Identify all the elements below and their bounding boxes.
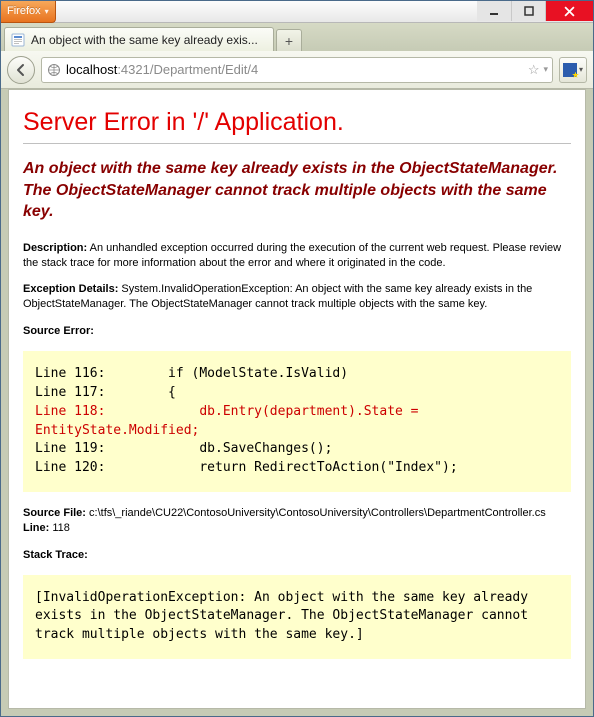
exception-details-label: Exception Details: xyxy=(23,283,118,295)
firefox-menu-button[interactable]: Firefox ▾ xyxy=(1,1,56,23)
line-label: Line: xyxy=(23,522,49,534)
globe-icon xyxy=(46,62,62,78)
chevron-down-icon: ▾ xyxy=(579,65,583,74)
bookmarks-menu-button[interactable]: ▾ xyxy=(559,57,587,83)
source-error-section: Source Error: xyxy=(23,324,571,339)
description-section: Description: An unhandled exception occu… xyxy=(23,241,571,271)
firefox-menu-label: Firefox xyxy=(7,5,41,17)
source-file-text: c:\tfs\_riande\CU22\ContosoUniversity\Co… xyxy=(89,507,546,519)
chevron-down-icon: ▾ xyxy=(45,7,49,16)
browser-tab[interactable]: An object with the same key already exis… xyxy=(4,27,274,51)
url-path: :4321/Department/Edit/4 xyxy=(117,62,258,77)
content-viewport[interactable]: Server Error in '/' Application. An obje… xyxy=(8,89,586,709)
maximize-button[interactable] xyxy=(511,1,545,21)
source-file-section: Source File: c:\tfs\_riande\CU22\Contoso… xyxy=(23,506,571,536)
code-line-117: Line 117: { xyxy=(35,385,176,400)
url-bar[interactable]: localhost:4321/Department/Edit/4 ☆ ▾ xyxy=(41,57,553,83)
description-text: An unhandled exception occurred during t… xyxy=(23,242,561,269)
nav-toolbar: localhost:4321/Department/Edit/4 ☆ ▾ ▾ xyxy=(1,51,593,89)
code-line-120: Line 120: return RedirectToAction("Index… xyxy=(35,460,458,475)
exception-details-section: Exception Details: System.InvalidOperati… xyxy=(23,282,571,312)
plus-icon: + xyxy=(285,33,293,49)
tab-favicon-icon xyxy=(11,33,25,47)
urlbar-dropdown-icon[interactable]: ▾ xyxy=(543,64,548,75)
minimize-button[interactable] xyxy=(477,1,511,21)
stack-trace-label: Stack Trace: xyxy=(23,549,88,561)
bookmark-star-icon[interactable]: ☆ xyxy=(528,62,540,78)
window-titlebar: Firefox ▾ xyxy=(1,1,593,23)
url-host: localhost xyxy=(66,62,117,77)
source-error-codebox: Line 116: if (ModelState.IsValid) Line 1… xyxy=(23,351,571,492)
page-title: Server Error in '/' Application. xyxy=(23,108,571,137)
description-label: Description: xyxy=(23,242,87,254)
code-line-116: Line 116: if (ModelState.IsValid) xyxy=(35,366,348,381)
new-tab-button[interactable]: + xyxy=(276,29,302,51)
close-button[interactable] xyxy=(545,1,593,21)
stack-trace-section: Stack Trace: xyxy=(23,548,571,563)
line-text: 118 xyxy=(52,522,70,534)
stack-trace-codebox: [InvalidOperationException: An object wi… xyxy=(23,575,571,660)
url-text: localhost:4321/Department/Edit/4 xyxy=(66,62,524,77)
tab-strip: An object with the same key already exis… xyxy=(1,23,593,51)
titlebar-left: Firefox ▾ xyxy=(1,1,56,22)
urlbar-right-icons: ☆ ▾ xyxy=(528,62,548,78)
code-line-119: Line 119: db.SaveChanges(); xyxy=(35,441,332,456)
stack-trace-text: [InvalidOperationException: An object wi… xyxy=(35,590,536,643)
source-file-label: Source File: xyxy=(23,507,86,519)
divider xyxy=(23,143,571,144)
error-page: Server Error in '/' Application. An obje… xyxy=(9,90,585,693)
bookmarks-icon xyxy=(563,63,577,77)
window-controls xyxy=(477,1,593,22)
error-message-heading: An object with the same key already exis… xyxy=(23,158,571,223)
source-error-label: Source Error: xyxy=(23,325,94,337)
back-button[interactable] xyxy=(7,56,35,84)
code-line-118: Line 118: db.Entry(department).State = E… xyxy=(35,404,426,438)
tab-title: An object with the same key already exis… xyxy=(31,33,267,47)
